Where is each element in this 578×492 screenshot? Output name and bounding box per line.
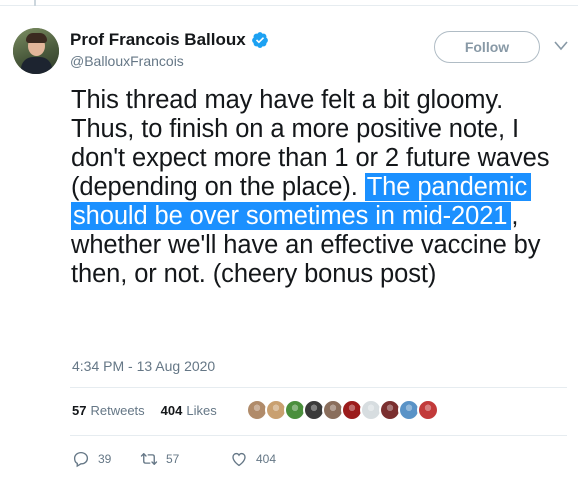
like-count[interactable]: 404 [161, 403, 183, 418]
tweet-text: This thread may have felt a bit gloomy. … [71, 86, 571, 289]
top-divider [0, 0, 578, 6]
like-button[interactable]: 404 [230, 450, 276, 468]
retweet-action-count: 57 [166, 452, 180, 466]
retweets-label[interactable]: Retweets [90, 403, 144, 418]
like-action-count: 404 [256, 452, 277, 466]
liker-avatar[interactable] [417, 399, 439, 421]
reply-icon [73, 451, 89, 468]
retweet-count[interactable]: 57 [72, 403, 86, 418]
display-name[interactable]: Prof Francois Balloux [70, 30, 246, 50]
reply-count: 39 [98, 452, 112, 466]
tweet-timestamp[interactable]: 4:34 PM - 13 Aug 2020 [72, 358, 215, 374]
heart-icon [232, 452, 246, 467]
retweet-button[interactable]: 57 [140, 450, 230, 468]
retweet-icon [140, 453, 158, 465]
divider [70, 387, 567, 388]
thread-line [34, 0, 36, 6]
follow-button[interactable]: Follow [434, 31, 540, 63]
chevron-down-icon[interactable] [553, 40, 569, 52]
liker-avatars[interactable] [246, 399, 439, 421]
verified-badge-icon [251, 32, 268, 48]
reply-button[interactable]: 39 [72, 450, 140, 468]
author-handle[interactable]: @BallouxFrancois [70, 53, 184, 69]
likes-label[interactable]: Likes [186, 403, 216, 418]
author-name-row[interactable]: Prof Francois Balloux [70, 30, 269, 50]
tweet-stats: 57 Retweets 404 Likes [72, 403, 217, 418]
tweet-actions: 39 57 404 [72, 450, 276, 468]
avatar[interactable] [13, 28, 59, 74]
divider [70, 435, 567, 436]
